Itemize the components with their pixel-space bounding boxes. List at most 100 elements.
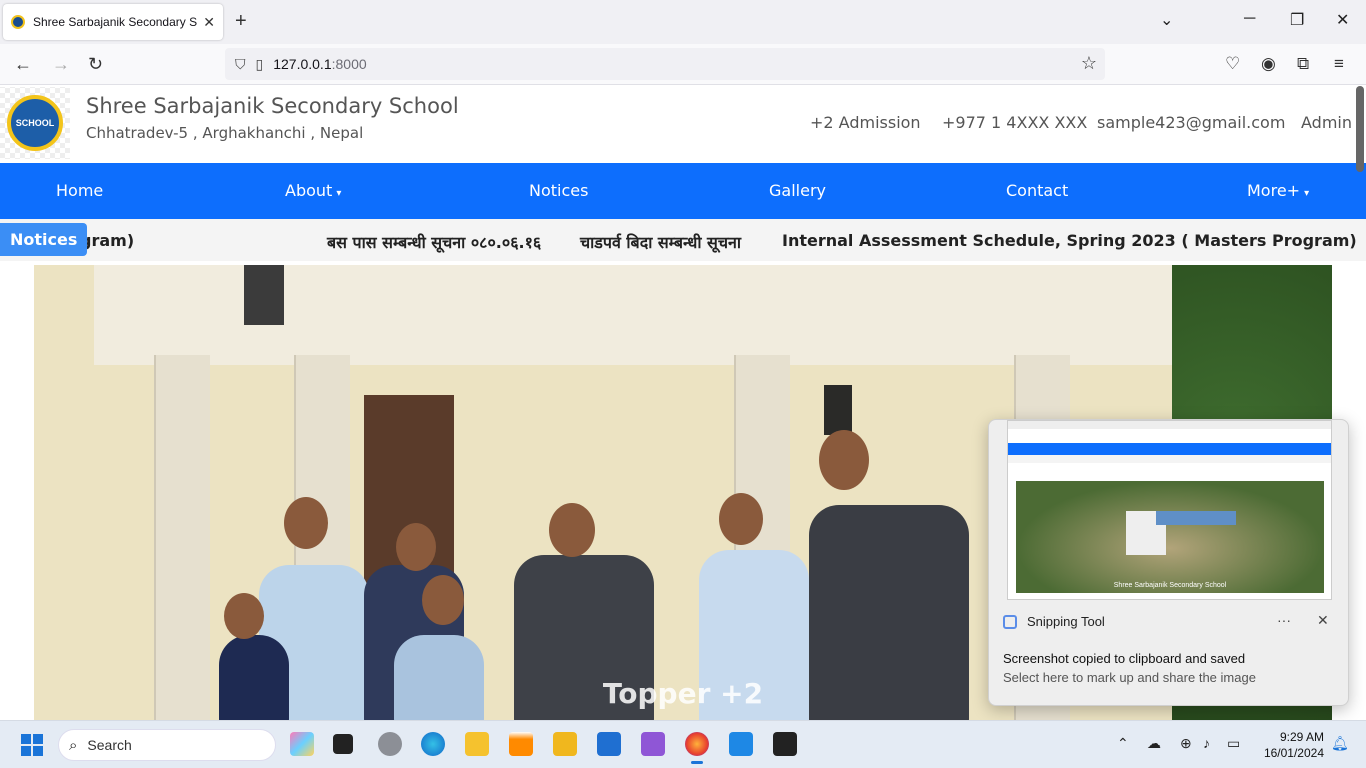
hero-person-head (396, 523, 436, 571)
shield-icon[interactable]: ⛉ (235, 56, 246, 73)
nav-more[interactable]: More+ ▾ (1247, 181, 1309, 200)
ticker-item[interactable]: चाडपर्व बिदा सम्बन्धी सूचना (580, 231, 741, 253)
tray-overflow-chevron-icon[interactable]: ⌃ (1117, 735, 1129, 752)
caret-down-icon: ▾ (336, 188, 342, 199)
thumb-roof (1156, 511, 1236, 525)
toast-title: Screenshot copied to clipboard and saved (1003, 651, 1246, 666)
new-tab-button[interactable]: + (235, 10, 247, 33)
admin-link[interactable]: Admin (1301, 113, 1352, 132)
admission-link[interactable]: +2 Admission (810, 113, 921, 132)
url-port: :8000 (331, 56, 367, 72)
logo-text: SCHOOL (15, 118, 55, 128)
window-close-icon[interactable]: ✕ (1336, 10, 1349, 30)
thumb-header (1008, 429, 1331, 443)
start-button[interactable] (21, 734, 43, 756)
site-favicon-icon (11, 15, 25, 29)
site-header: SCHOOL Shree Sarbajanik Secondary School… (0, 85, 1366, 163)
battery-icon[interactable]: ▭ (1227, 735, 1240, 752)
hero-person-head (719, 493, 763, 545)
nav-contact[interactable]: Contact (1006, 181, 1068, 200)
back-icon[interactable]: ← (14, 54, 32, 75)
main-navigation: Home About ▾ Notices Gallery Contact More… (0, 163, 1366, 219)
search-icon: ⌕ (69, 736, 78, 754)
school-logo[interactable]: SCHOOL (0, 87, 70, 159)
school-address: Chhatradev-5 , Arghakhanchi , Nepal (86, 124, 364, 142)
more-options-icon[interactable]: ··· (1277, 612, 1291, 628)
thumb-nav (1008, 443, 1331, 455)
address-bar[interactable]: ⛉ ▯ 127.0.0.1:8000 ☆ (225, 48, 1105, 80)
visual-studio-icon[interactable] (641, 732, 665, 756)
tab-close-icon[interactable]: ✕ (203, 14, 215, 31)
reload-icon[interactable]: ↻ (88, 54, 103, 75)
vlc-icon[interactable] (509, 732, 533, 756)
taskbar-clock[interactable]: 9:29 AM 16/01/2024 (1258, 729, 1324, 761)
forward-icon[interactable]: → (52, 54, 70, 75)
hero-pillar (154, 355, 210, 720)
page-scrollbar[interactable] (1356, 86, 1364, 172)
tab-list-chevron-icon[interactable]: ⌄ (1160, 10, 1173, 30)
hero-person-head (224, 593, 264, 639)
caret-down-icon: ▾ (1304, 188, 1310, 199)
phone-link[interactable]: +977 1 4XXX XXX (942, 113, 1087, 132)
snipping-tool-notification[interactable]: Shree Sarbajanik Secondary School Snippi… (988, 419, 1349, 706)
notice-ticker: Notices gram) बस पास सम्बन्धी सूचना ०८०.… (0, 219, 1366, 261)
thumb-caption: Shree Sarbajanik Secondary School (1113, 582, 1227, 589)
thumb-ticker (1008, 455, 1331, 463)
hero-person-head (284, 497, 328, 549)
hero-person-head (422, 575, 464, 625)
nav-home-label: Home (56, 181, 104, 200)
clock-date: 16/01/2024 (1263, 746, 1324, 760)
toast-app-label: Snipping Tool (1003, 614, 1105, 629)
minimize-icon[interactable]: ─ (1244, 10, 1255, 28)
clock-time: 9:29 AM (1279, 730, 1324, 744)
toast-close-icon[interactable]: ✕ (1317, 612, 1329, 629)
tool-app-icon[interactable] (553, 732, 577, 756)
firefox-icon[interactable] (685, 732, 709, 764)
restore-icon[interactable]: ❐ (1290, 10, 1304, 30)
nav-gallery[interactable]: Gallery (769, 181, 826, 200)
copilot-app-icon[interactable] (290, 732, 314, 756)
task-view-icon[interactable] (333, 734, 353, 754)
ticker-item[interactable]: gram) (80, 231, 134, 250)
toast-app-name: Snipping Tool (1027, 614, 1105, 629)
edge-browser-icon[interactable] (421, 732, 445, 756)
nav-home[interactable]: Home (56, 181, 103, 200)
hero-window (244, 265, 284, 325)
vscode-icon[interactable] (729, 732, 753, 756)
url-host: 127.0.0.1 (273, 56, 332, 72)
snipping-tool-icon (1003, 614, 1017, 629)
page-info-icon[interactable]: ▯ (256, 56, 264, 73)
browser-tab-bar: Shree Sarbajanik Secondary School ✕ + ⌄ … (0, 0, 1366, 44)
menu-icon[interactable]: ≡ (1334, 54, 1344, 74)
account-icon[interactable]: ◉ (1261, 54, 1276, 74)
pocket-icon[interactable]: ♡ (1225, 54, 1240, 74)
nav-notices[interactable]: Notices (529, 181, 588, 200)
notification-bell-icon[interactable]: 🔔︎ (1331, 735, 1349, 752)
taskbar: ⌕ Search ⌃ ☁ ⊕ ♪ ▭ 9:29 AM 16/01/2024 🔔︎ (0, 720, 1366, 768)
browser-tab[interactable]: Shree Sarbajanik Secondary School ✕ (3, 4, 223, 40)
language-globe-icon[interactable]: ⊕ (1180, 735, 1192, 752)
nav-about[interactable]: About ▾ (285, 181, 341, 200)
bookmark-star-icon[interactable]: ☆ (1081, 53, 1097, 74)
widgets-icon[interactable] (378, 732, 402, 756)
nav-contact-label: Contact (1006, 181, 1069, 200)
email-link[interactable]: sample423@gmail.com (1097, 113, 1285, 132)
notices-badge: Notices (0, 223, 88, 256)
ticker-item[interactable]: Internal Assessment Schedule, Spring 202… (782, 231, 1357, 250)
network-sync-icon[interactable]: ☁ (1147, 735, 1161, 752)
taskbar-search[interactable]: ⌕ Search (58, 729, 276, 761)
extensions-icon[interactable]: ⧉ (1297, 54, 1309, 74)
browser-nav-bar: ← → ↻ ⛉ ▯ 127.0.0.1:8000 ☆ ♡ ◉ ⧉ ≡ (0, 44, 1366, 85)
microsoft-store-icon[interactable] (597, 732, 621, 756)
hero-window (824, 385, 852, 435)
ticker-item[interactable]: बस पास सम्बन्धी सूचना ०८०.०६.१६ (327, 231, 541, 253)
school-name: Shree Sarbajanik Secondary School (86, 94, 459, 118)
terminal-icon[interactable] (773, 732, 797, 756)
volume-icon[interactable]: ♪ (1203, 735, 1210, 751)
hero-person-head (549, 503, 595, 557)
screenshot-thumbnail[interactable]: Shree Sarbajanik Secondary School (1007, 420, 1332, 600)
tab-title: Shree Sarbajanik Secondary School (33, 15, 198, 29)
nav-more-label: More+ (1247, 181, 1301, 200)
nav-gallery-label: Gallery (769, 181, 826, 200)
file-explorer-icon[interactable] (465, 732, 489, 756)
